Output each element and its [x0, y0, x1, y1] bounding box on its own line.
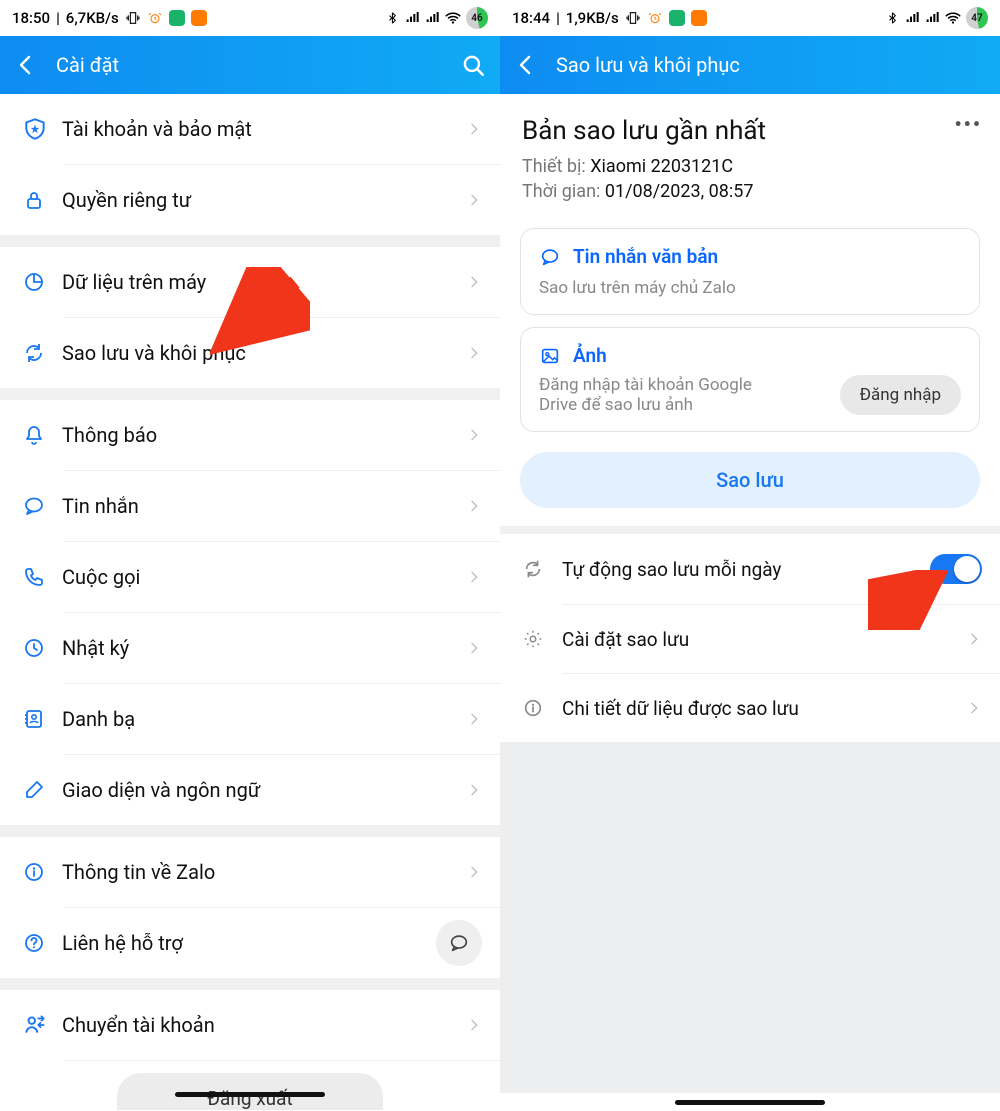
row-switch-account[interactable]: Chuyển tài khoản — [0, 990, 500, 1060]
vibrate-icon — [125, 10, 141, 26]
app-badge-icon — [169, 10, 185, 26]
back-icon[interactable] — [14, 53, 38, 77]
chevron-right-icon — [466, 864, 482, 880]
chevron-right-icon — [466, 274, 482, 290]
row-backup-settings[interactable]: Cài đặt sao lưu — [500, 605, 1000, 673]
right-phone: 18:44 | 1,9KB/s 47 Sao lưu và khôi phục … — [500, 0, 1000, 1111]
section-heading: Bản sao lưu gần nhất — [522, 116, 978, 146]
device-meta: Thiết bị: Xiaomi 2203121C — [522, 156, 978, 177]
image-icon — [539, 345, 561, 367]
chevron-right-icon — [466, 640, 482, 656]
app-badge-icon — [191, 10, 207, 26]
row-auto-backup[interactable]: Tự động sao lưu mỗi ngày — [500, 534, 1000, 604]
chevron-right-icon — [466, 345, 482, 361]
swap-user-icon — [22, 1012, 62, 1038]
search-icon[interactable] — [460, 52, 486, 78]
sync-icon — [22, 341, 62, 365]
row-data-on-device[interactable]: Dữ liệu trên máy — [0, 247, 500, 317]
clock-icon — [22, 636, 62, 660]
bell-icon — [22, 423, 62, 447]
status-time: 18:50 — [12, 9, 50, 27]
alarm-icon — [147, 10, 163, 26]
alarm-icon — [647, 10, 663, 26]
status-bar: 18:44 | 1,9KB/s 47 — [500, 0, 1000, 36]
card-photos: Ảnh Đăng nhập tài khoản Google Drive để … — [520, 327, 980, 432]
app-badge-icon — [691, 10, 707, 26]
gear-icon — [522, 628, 562, 650]
chevron-right-icon — [466, 569, 482, 585]
chevron-right-icon — [466, 192, 482, 208]
backup-button[interactable]: Sao lưu — [520, 452, 980, 508]
shield-icon — [22, 116, 62, 142]
chevron-right-icon — [466, 121, 482, 137]
time-meta: Thời gian: 01/08/2023, 08:57 — [522, 181, 978, 202]
back-icon[interactable] — [514, 53, 538, 77]
row-account-security[interactable]: Tài khoản và bảo mật — [0, 94, 500, 164]
row-calls[interactable]: Cuộc gọi — [0, 542, 500, 612]
chevron-right-icon — [966, 631, 982, 647]
signal-icon — [904, 10, 920, 26]
chevron-right-icon — [466, 498, 482, 514]
signal-icon — [404, 10, 420, 26]
nav-indicator — [675, 1100, 825, 1105]
row-privacy[interactable]: Quyền riêng tư — [0, 165, 500, 235]
row-backup-restore[interactable]: Sao lưu và khôi phục — [0, 318, 500, 388]
empty-area — [500, 742, 1000, 1093]
pie-icon — [22, 270, 62, 294]
login-button[interactable]: Đăng nhập — [840, 375, 961, 415]
auto-backup-toggle[interactable] — [930, 554, 982, 584]
chevron-right-icon — [466, 782, 482, 798]
bluetooth-icon — [386, 11, 400, 25]
status-bar: 18:50 | 6,7KB/s 46 — [0, 0, 500, 36]
signal-icon — [424, 10, 440, 26]
message-icon — [22, 494, 62, 518]
chevron-right-icon — [966, 700, 982, 716]
row-messages[interactable]: Tin nhắn — [0, 471, 500, 541]
wifi-icon — [444, 9, 462, 27]
settings-header: Cài đặt — [0, 36, 500, 94]
battery-indicator: 46 — [466, 7, 488, 29]
help-icon — [22, 931, 62, 955]
signal-icon — [924, 10, 940, 26]
header-title: Cài đặt — [56, 53, 442, 77]
vibrate-icon — [625, 10, 641, 26]
row-notification[interactable]: Thông báo — [0, 400, 500, 470]
brush-icon — [22, 778, 62, 802]
more-icon[interactable]: ••• — [954, 112, 982, 136]
row-about[interactable]: Thông tin về Zalo — [0, 837, 500, 907]
chat-shortcut-icon[interactable] — [436, 920, 482, 966]
message-icon — [539, 246, 561, 268]
row-support[interactable]: Liên hệ hỗ trợ — [0, 908, 500, 978]
header-title: Sao lưu và khôi phục — [556, 53, 986, 77]
row-ui-language[interactable]: Giao diện và ngôn ngữ — [0, 755, 500, 825]
bluetooth-icon — [886, 11, 900, 25]
row-backup-detail[interactable]: Chi tiết dữ liệu được sao lưu — [500, 674, 1000, 742]
left-phone: 18:50 | 6,7KB/s 46 Cài đặt Tài khoản và … — [0, 0, 500, 1111]
nav-indicator — [175, 1092, 325, 1097]
status-net: 1,9KB/s — [566, 9, 619, 27]
status-time: 18:44 — [512, 9, 550, 27]
chevron-right-icon — [466, 1017, 482, 1033]
last-backup-section: ••• Bản sao lưu gần nhất Thiết bị: Xiaom… — [500, 94, 1000, 216]
wifi-icon — [944, 9, 962, 27]
sync-icon — [522, 558, 562, 580]
battery-indicator: 47 — [966, 7, 988, 29]
app-badge-icon — [669, 10, 685, 26]
phone-icon — [22, 565, 62, 589]
backup-header: Sao lưu và khôi phục — [500, 36, 1000, 94]
lock-icon — [22, 188, 62, 212]
card-text-messages[interactable]: Tin nhắn văn bản Sao lưu trên máy chủ Za… — [520, 228, 980, 315]
status-net: 6,7KB/s — [66, 9, 119, 27]
info-icon — [22, 860, 62, 884]
chevron-right-icon — [466, 711, 482, 727]
chevron-right-icon — [466, 427, 482, 443]
contacts-icon — [22, 707, 62, 731]
row-diary[interactable]: Nhật ký — [0, 613, 500, 683]
row-contacts[interactable]: Danh bạ — [0, 684, 500, 754]
info-icon — [522, 697, 562, 719]
